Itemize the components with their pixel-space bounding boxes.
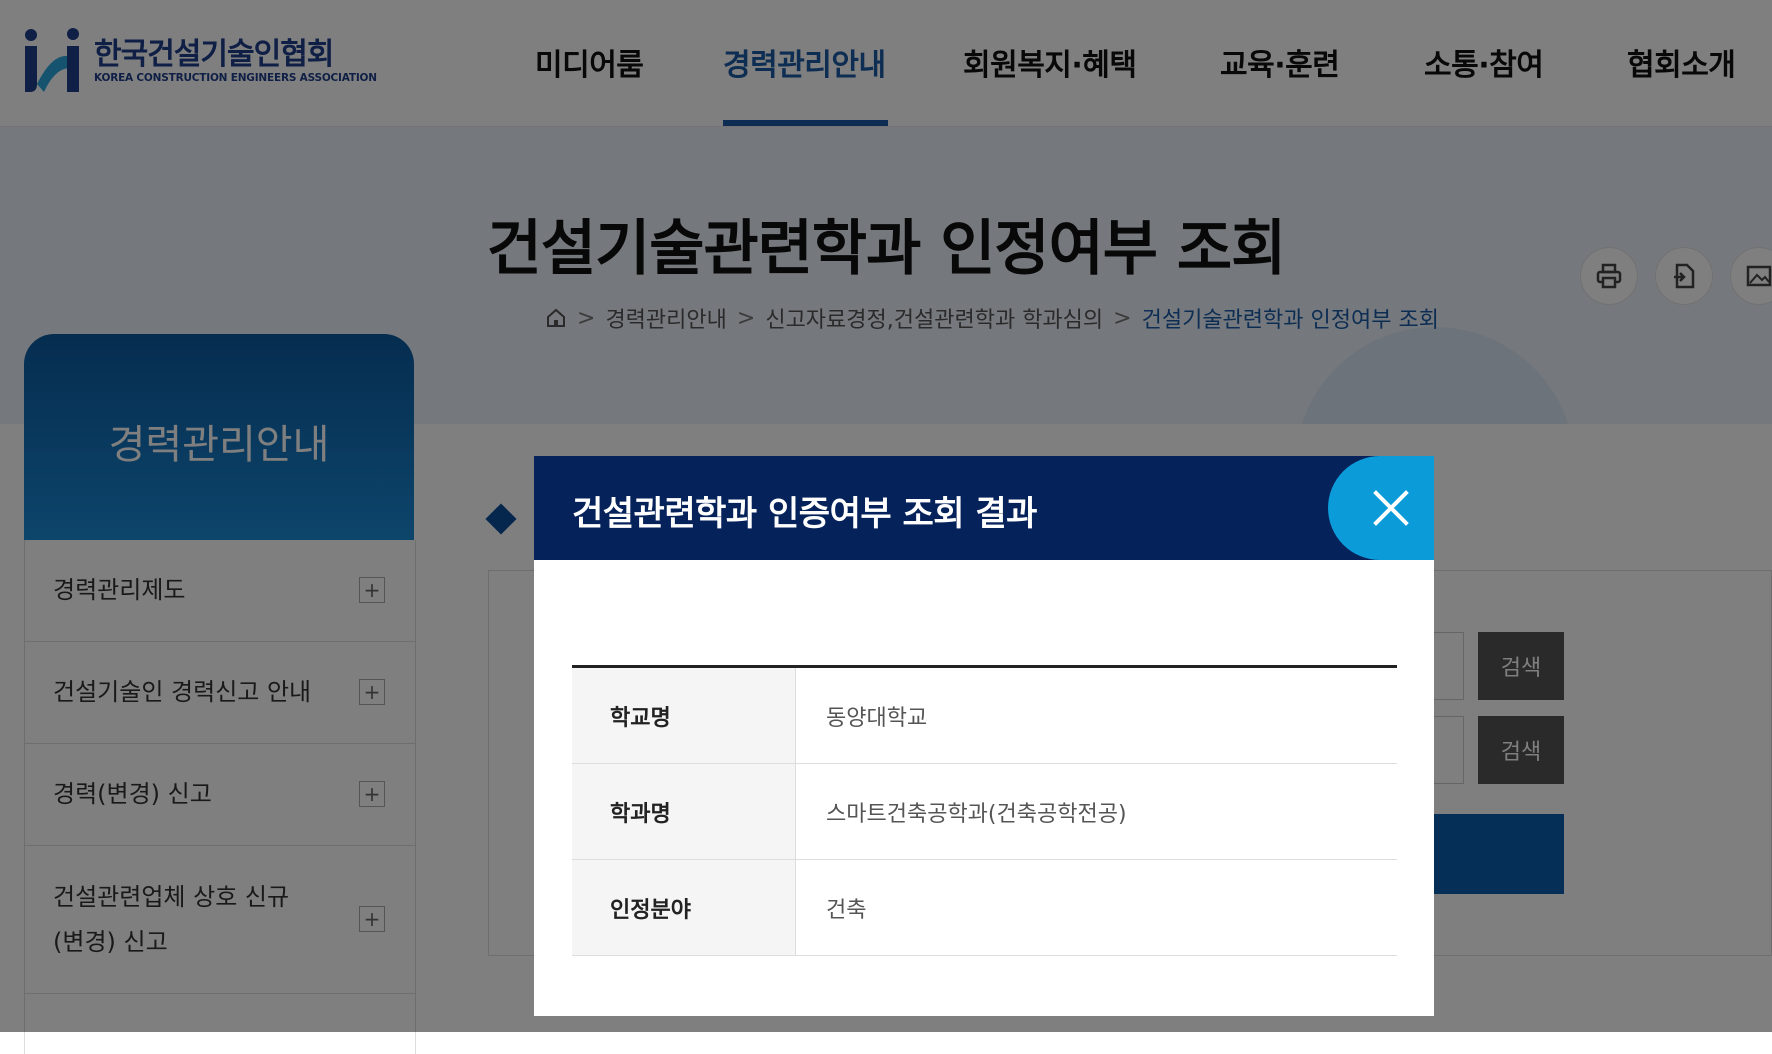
table-row: 인정분야 건축 xyxy=(572,860,1397,956)
row-label: 학과명 xyxy=(572,764,796,859)
row-value: 건축 xyxy=(826,897,867,923)
table-row: 학교명 동양대학교 xyxy=(572,668,1397,764)
result-table: 학교명 동양대학교 학과명 스마트건축공학과(건축공학전공) 인정분야 건축 xyxy=(572,665,1397,956)
page: 한국건설기술인협회 KOREA CONSTRUCTION ENGINEERS A… xyxy=(0,0,1772,1054)
modal-title: 건설관련학과 인증여부 조회 결과 xyxy=(572,494,1037,534)
row-value: 스마트건축공학과(건축공학전공) xyxy=(826,801,1127,827)
table-row: 학과명 스마트건축공학과(건축공학전공) xyxy=(572,764,1397,860)
row-label: 인정분야 xyxy=(572,860,796,955)
row-value: 동양대학교 xyxy=(826,705,928,731)
result-modal: 건설관련학과 인증여부 조회 결과 학교명 동양대학교 학과명 스마트건축공학과… xyxy=(534,456,1434,1016)
modal-header: 건설관련학과 인증여부 조회 결과 xyxy=(534,456,1434,560)
close-icon[interactable] xyxy=(1366,483,1416,533)
row-label: 학교명 xyxy=(572,668,796,763)
